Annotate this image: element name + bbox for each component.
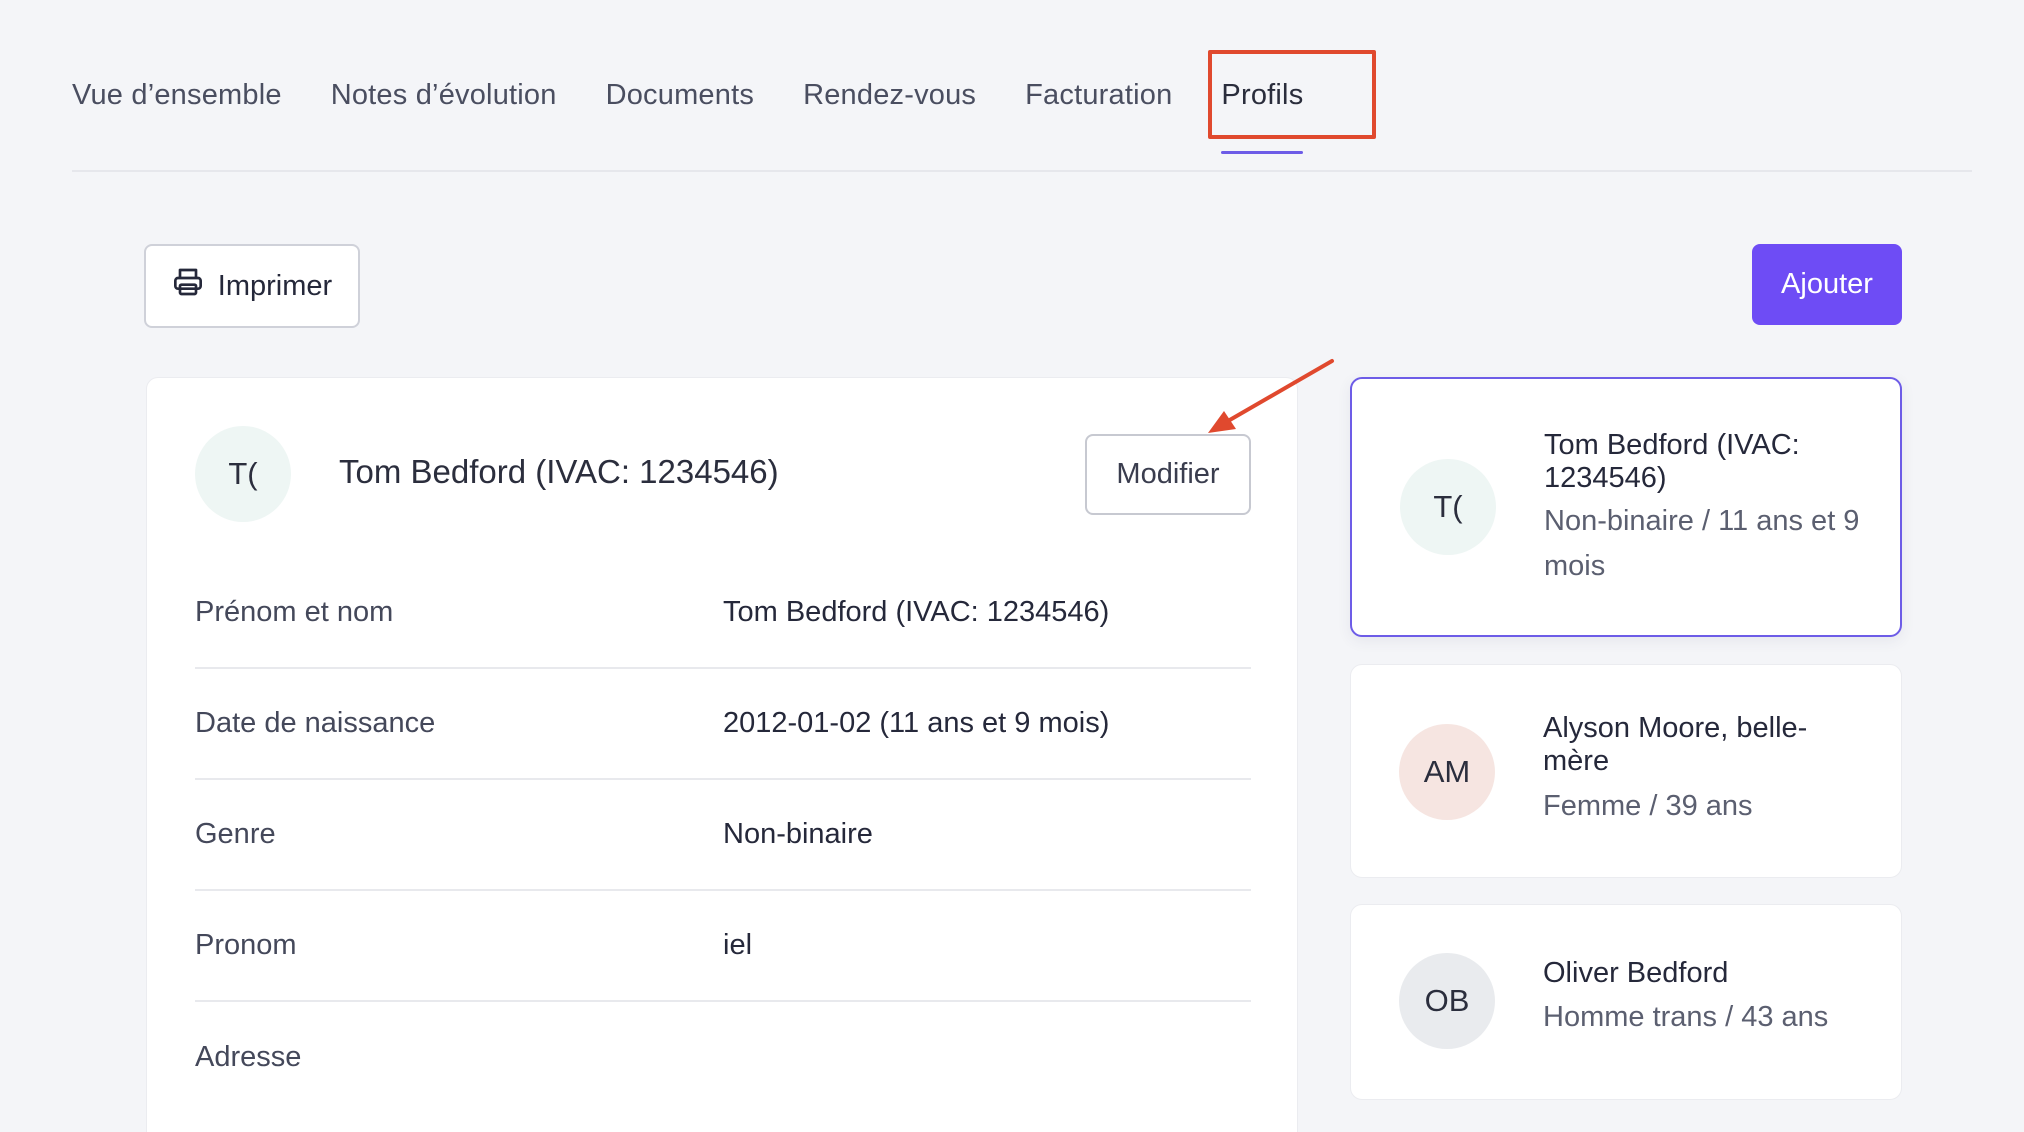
profile-card[interactable]: AM Alyson Moore, belle-mère Femme / 39 a… <box>1350 664 1902 878</box>
annotation-highlight-box <box>1208 50 1376 139</box>
profile-card-details: Homme trans / 43 ans <box>1543 1001 1829 1033</box>
field-row-gender: Genre Non-binaire <box>195 780 1251 891</box>
field-label: Genre <box>195 818 276 850</box>
profile-card-selected[interactable]: T( Tom Bedford (IVAC: 1234546) Non-binai… <box>1350 377 1902 637</box>
avatar: T( <box>1400 459 1496 555</box>
tab-documents[interactable]: Documents <box>606 56 754 152</box>
print-button-label: Imprimer <box>217 269 333 302</box>
profile-card-details: Femme / 39 ans <box>1543 790 1753 822</box>
field-label: Pronom <box>195 929 297 961</box>
tab-appointments[interactable]: Rendez-vous <box>803 56 976 152</box>
field-value: 2012-01-02 (11 ans et 9 mois) <box>723 707 1110 739</box>
field-row-birth-date: Date de naissance 2012-01-02 (11 ans et … <box>195 669 1251 780</box>
avatar: OB <box>1399 953 1495 1049</box>
profile-card-name: Alyson Moore, belle-mère <box>1543 712 1808 777</box>
tab-bar: Vue d’ensemble Notes d’évolution Documen… <box>72 56 1972 172</box>
edit-button[interactable]: Modifier <box>1085 434 1251 515</box>
tab-billing[interactable]: Facturation <box>1025 56 1172 152</box>
profile-fields: Prénom et nom Tom Bedford (IVAC: 1234546… <box>195 558 1251 1113</box>
field-label: Adresse <box>195 1041 302 1073</box>
field-row-pronoun: Pronom iel <box>195 891 1251 1002</box>
field-row-address: Adresse <box>195 1002 1251 1113</box>
profiles-page: Vue d’ensemble Notes d’évolution Documen… <box>0 0 2024 1132</box>
avatar: AM <box>1399 724 1495 820</box>
profile-card[interactable]: OB Oliver Bedford Homme trans / 43 ans <box>1350 904 1902 1100</box>
field-value: Non-binaire <box>723 818 873 850</box>
profile-card-name: Tom Bedford (IVAC: 1234546) <box>1544 429 1800 494</box>
field-value: iel <box>723 929 753 961</box>
field-row-full-name: Prénom et nom Tom Bedford (IVAC: 1234546… <box>195 558 1251 669</box>
profile-card-details: Non-binaire / 11 ans et 9 mois <box>1544 505 1860 582</box>
profile-name: Tom Bedford (IVAC: 1234546) <box>339 453 779 490</box>
tab-progress-notes[interactable]: Notes d’évolution <box>331 56 557 152</box>
annotation-arrow-icon <box>1208 359 1334 433</box>
profile-card-name: Oliver Bedford <box>1543 957 1729 989</box>
tab-overview[interactable]: Vue d’ensemble <box>72 56 282 152</box>
field-label: Prénom et nom <box>195 596 394 628</box>
print-button[interactable]: Imprimer <box>144 244 360 328</box>
add-profile-button[interactable]: Ajouter <box>1752 244 1902 325</box>
field-label: Date de naissance <box>195 707 436 739</box>
printer-icon <box>172 266 204 306</box>
field-value: Tom Bedford (IVAC: 1234546) <box>723 596 1110 628</box>
profile-detail-card: T( Tom Bedford (IVAC: 1234546) Modifier … <box>146 377 1298 1132</box>
avatar: T( <box>195 426 291 522</box>
